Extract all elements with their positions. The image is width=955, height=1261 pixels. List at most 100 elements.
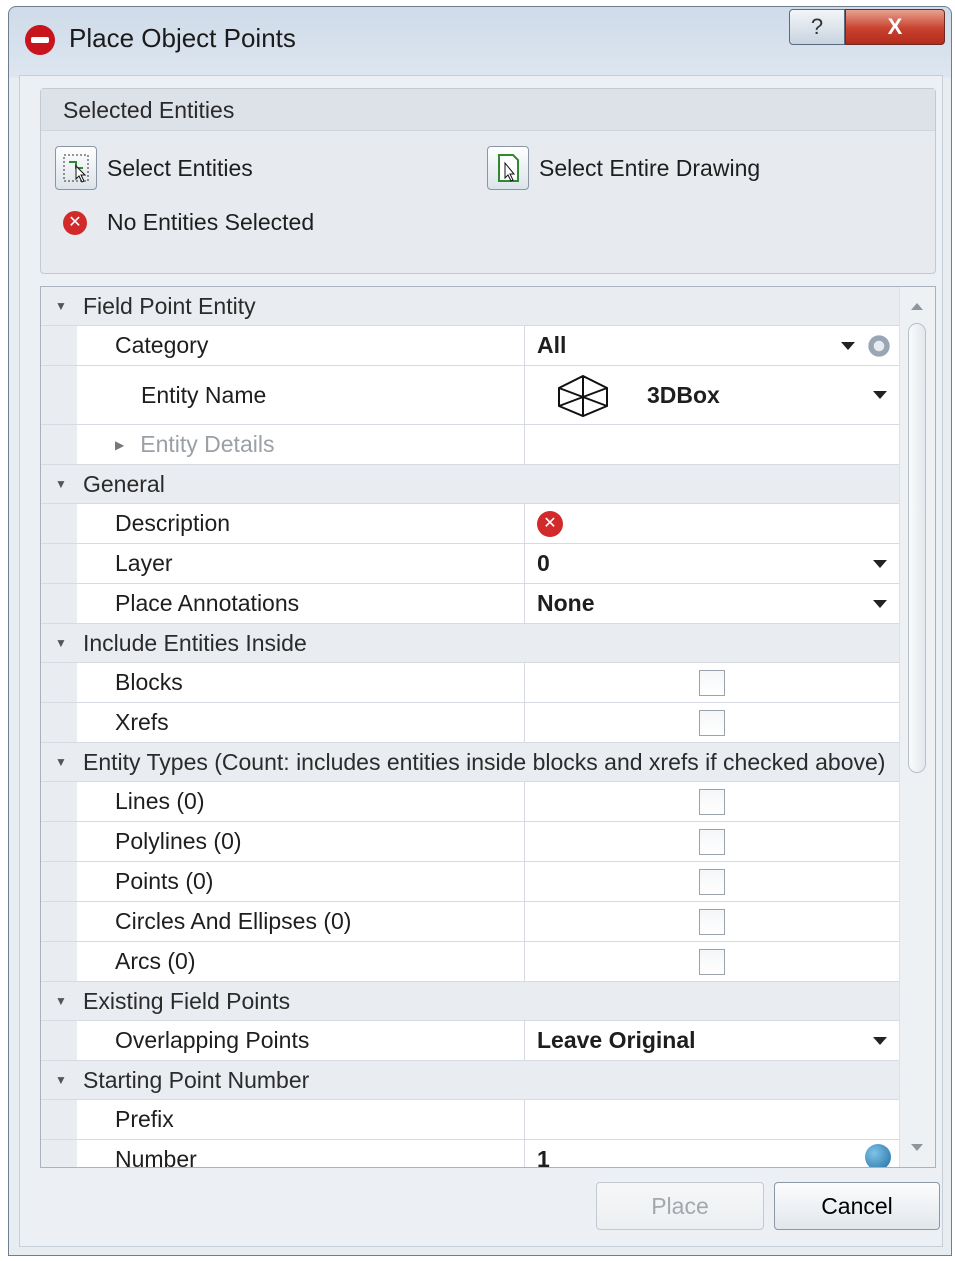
overlapping-points-value: Leave Original: [537, 1027, 696, 1053]
number-value: 1: [537, 1146, 550, 1168]
entity-details-value: [525, 425, 899, 464]
description-field[interactable]: ✕: [525, 504, 899, 543]
dropdown-arrow-icon[interactable]: [841, 341, 855, 350]
property-name: ▶ Entity Details: [77, 425, 525, 464]
property-row-arcs: Arcs (0): [41, 942, 899, 982]
collapse-arrow-icon[interactable]: ▼: [55, 743, 67, 781]
blocks-checkbox[interactable]: [699, 669, 725, 696]
select-entities-icon: [55, 146, 97, 190]
category-starting-point-number[interactable]: ▼ Starting Point Number: [41, 1061, 899, 1100]
place-annotations-dropdown[interactable]: None: [525, 584, 899, 623]
property-name: Xrefs: [77, 703, 525, 742]
property-row-category: Category All: [41, 326, 899, 366]
category-dropdown[interactable]: All: [525, 326, 899, 365]
help-button[interactable]: ?: [789, 9, 845, 45]
collapse-arrow-icon[interactable]: ▼: [55, 982, 67, 1020]
property-row-entity-details[interactable]: ▶ Entity Details: [41, 425, 899, 465]
property-grid: ▼ Field Point Entity Category All Entity…: [40, 286, 936, 1168]
property-name: Overlapping Points: [77, 1021, 525, 1060]
layer-dropdown[interactable]: 0: [525, 544, 899, 583]
entity-name-dropdown[interactable]: 3DBox: [525, 366, 899, 424]
property-row-points: Points (0): [41, 862, 899, 902]
property-row-prefix: Prefix: [41, 1100, 899, 1140]
select-entire-drawing-label: Select Entire Drawing: [539, 154, 761, 181]
expand-arrow-icon[interactable]: ▶: [115, 438, 124, 452]
overlapping-points-dropdown[interactable]: Leave Original: [525, 1021, 899, 1060]
number-input[interactable]: 1: [525, 1140, 899, 1168]
cancel-button[interactable]: Cancel: [774, 1182, 940, 1230]
circles-ellipses-value: [525, 902, 899, 941]
app-logo-icon: [25, 25, 55, 55]
property-name: Points (0): [77, 862, 525, 901]
lines-checkbox[interactable]: [699, 788, 725, 815]
dropdown-arrow-icon[interactable]: [873, 599, 887, 608]
dropdown-arrow-icon[interactable]: [873, 391, 887, 399]
property-name: Prefix: [77, 1100, 525, 1139]
property-row-lines: Lines (0): [41, 782, 899, 822]
property-name: Lines (0): [77, 782, 525, 821]
property-row-polylines: Polylines (0): [41, 822, 899, 862]
scroll-down-arrow-icon[interactable]: [911, 1144, 923, 1151]
category-general[interactable]: ▼ General: [41, 465, 899, 504]
category-label: General: [83, 471, 165, 497]
category-label: Include Entities Inside: [83, 630, 307, 656]
place-button[interactable]: Place: [596, 1182, 764, 1230]
gear-icon[interactable]: [867, 333, 891, 358]
close-button[interactable]: X: [845, 9, 945, 45]
polylines-value: [525, 822, 899, 861]
collapse-arrow-icon[interactable]: ▼: [55, 465, 67, 503]
points-value: [525, 862, 899, 901]
3d-box-icon: [558, 374, 608, 418]
title-bar: Place Object Points ? X: [9, 7, 951, 71]
place-annotations-value: None: [537, 590, 595, 616]
circles-ellipses-checkbox[interactable]: [699, 908, 725, 935]
property-name: Arcs (0): [77, 942, 525, 981]
polylines-checkbox[interactable]: [699, 828, 725, 855]
select-entire-drawing-button[interactable]: Select Entire Drawing: [487, 145, 760, 191]
category-label: Starting Point Number: [83, 1067, 310, 1093]
select-entities-label: Select Entities: [107, 154, 253, 181]
error-icon: ✕: [63, 210, 87, 235]
category-label: Existing Field Points: [83, 988, 291, 1014]
property-row-description: Description ✕: [41, 504, 899, 544]
globe-icon[interactable]: [865, 1144, 891, 1167]
dropdown-arrow-icon[interactable]: [873, 559, 887, 568]
blocks-value: [525, 663, 899, 702]
category-value: All: [537, 332, 567, 358]
points-checkbox[interactable]: [699, 868, 725, 895]
category-entity-types[interactable]: ▼ Entity Types (Count: includes entities…: [41, 743, 899, 782]
property-name: Polylines (0): [77, 822, 525, 861]
property-name: Description: [77, 504, 525, 543]
property-name: Place Annotations: [77, 584, 525, 623]
category-include-entities-inside[interactable]: ▼ Include Entities Inside: [41, 624, 899, 663]
property-row-entity-name: Entity Name 3DBox: [41, 366, 899, 425]
select-drawing-icon: [487, 146, 529, 190]
arcs-checkbox[interactable]: [699, 948, 725, 975]
collapse-arrow-icon[interactable]: ▼: [55, 287, 67, 325]
scroll-up-arrow-icon[interactable]: [911, 303, 923, 310]
dialog-content: Selected Entities Select Entities Select…: [19, 75, 943, 1247]
property-name: Layer: [77, 544, 525, 583]
property-row-overlapping-points: Overlapping Points Leave Original: [41, 1021, 899, 1061]
xrefs-checkbox[interactable]: [699, 709, 725, 736]
window-title: Place Object Points: [69, 23, 296, 53]
property-row-layer: Layer 0: [41, 544, 899, 584]
property-name: Category: [77, 326, 525, 365]
scrollbar-thumb[interactable]: [908, 323, 926, 773]
property-row-number: Number 1: [41, 1140, 899, 1168]
selected-entities-header: Selected Entities: [41, 89, 935, 131]
property-grid-rows: ▼ Field Point Entity Category All Entity…: [41, 287, 899, 1168]
dropdown-arrow-icon[interactable]: [873, 1036, 887, 1045]
collapse-arrow-icon[interactable]: ▼: [55, 1061, 67, 1099]
collapse-arrow-icon[interactable]: ▼: [55, 624, 67, 662]
category-field-point-entity[interactable]: ▼ Field Point Entity: [41, 287, 899, 326]
property-name: Entity Name: [77, 366, 525, 424]
prefix-input[interactable]: [525, 1100, 899, 1139]
lines-value: [525, 782, 899, 821]
category-existing-field-points[interactable]: ▼ Existing Field Points: [41, 982, 899, 1021]
selection-status: ✕ No Entities Selected: [63, 209, 314, 236]
vertical-scrollbar[interactable]: [899, 287, 935, 1167]
property-row-circles-ellipses: Circles And Ellipses (0): [41, 902, 899, 942]
select-entities-button[interactable]: Select Entities: [55, 145, 253, 191]
property-name: Number: [77, 1140, 525, 1167]
